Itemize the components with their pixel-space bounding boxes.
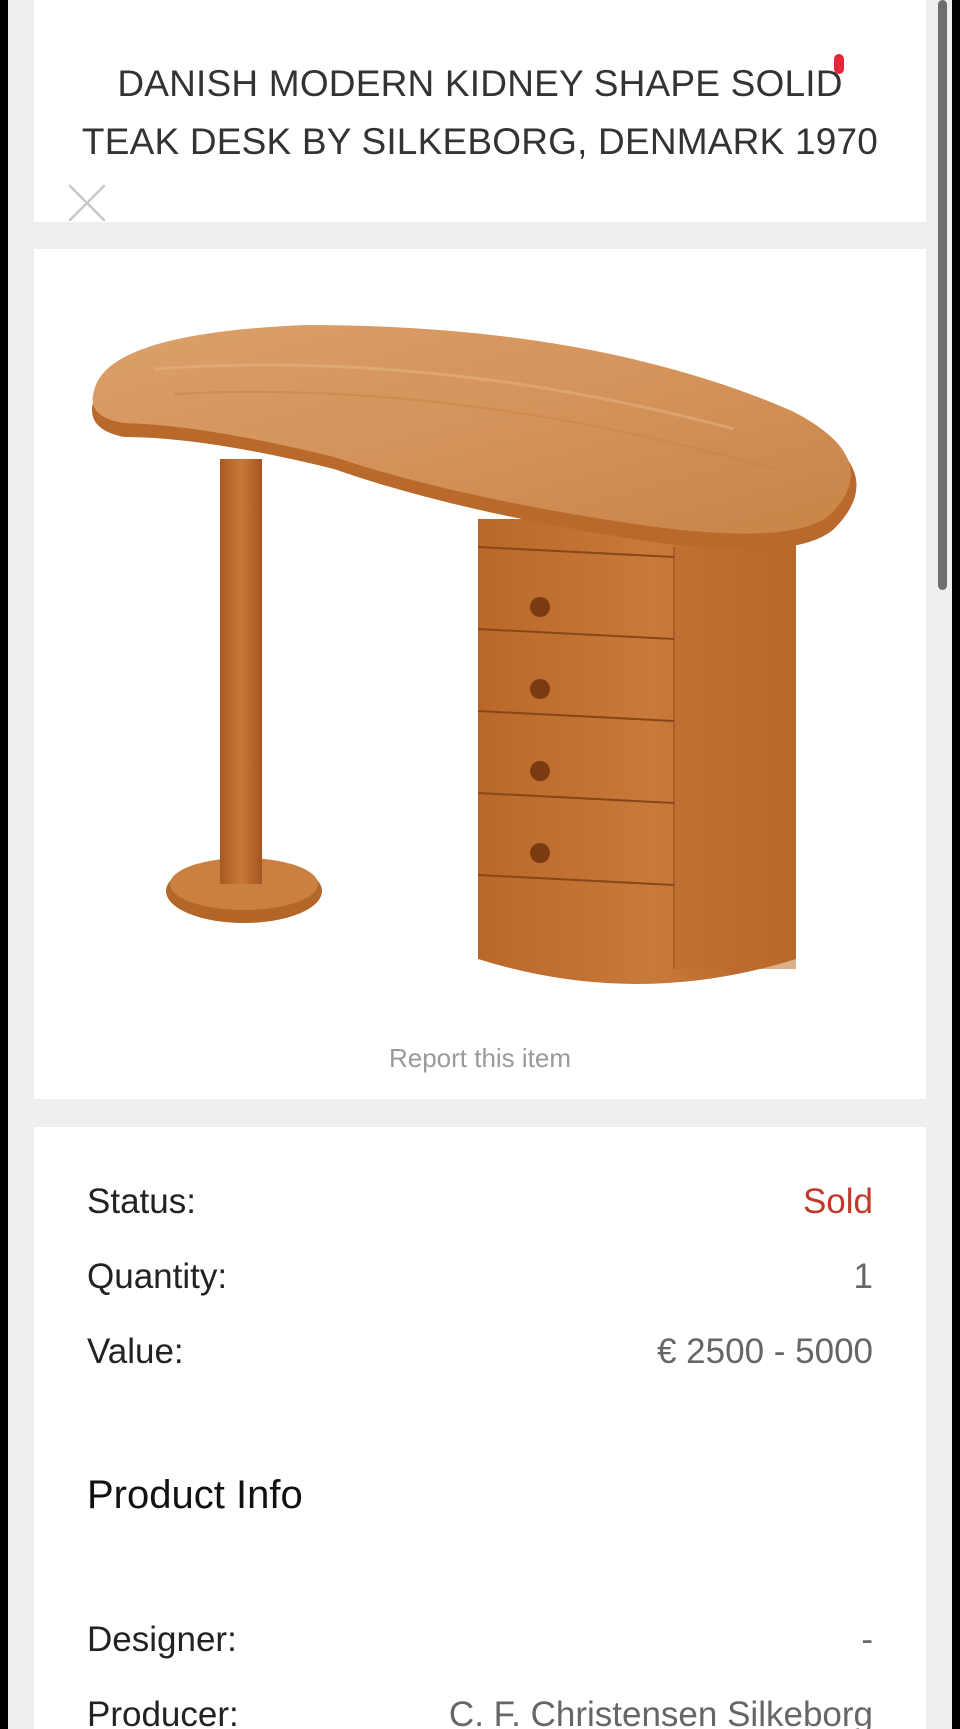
- status-label: Status:: [87, 1182, 196, 1221]
- notification-dot-icon: [834, 54, 844, 74]
- producer-label: Producer:: [87, 1695, 239, 1729]
- app-viewport: DANISH MODERN KIDNEY SHAPE SOLID TEAK DE…: [8, 0, 952, 1729]
- product-image-card: Report this item: [34, 249, 926, 1099]
- designer-row: Designer: -: [87, 1615, 873, 1665]
- producer-row: Producer: C. F. Christensen Silkeborg: [87, 1690, 873, 1729]
- close-button[interactable]: [64, 180, 110, 226]
- listing-title: DANISH MODERN KIDNEY SHAPE SOLID TEAK DE…: [81, 63, 879, 162]
- report-item-link[interactable]: Report this item: [34, 1043, 926, 1074]
- designer-value: -: [861, 1620, 873, 1659]
- product-image[interactable]: [34, 319, 926, 1009]
- scrollbar-thumb[interactable]: [938, 0, 947, 590]
- status-badge: Sold: [802, 1182, 873, 1221]
- quantity-row: Quantity: 1: [87, 1252, 873, 1302]
- value-label: Value:: [87, 1332, 184, 1371]
- title-card: DANISH MODERN KIDNEY SHAPE SOLID TEAK DE…: [34, 0, 926, 222]
- product-info-heading: Product Info: [87, 1473, 303, 1517]
- designer-label: Designer:: [87, 1620, 237, 1659]
- status-row: Status: Sold: [87, 1177, 873, 1227]
- value-row: Value: € 2500 - 5000: [87, 1327, 873, 1377]
- close-icon: [67, 183, 107, 223]
- quantity-value: 1: [853, 1257, 873, 1296]
- quantity-label: Quantity:: [87, 1257, 228, 1296]
- value-range: € 2500 - 5000: [656, 1332, 873, 1371]
- producer-value: C. F. Christensen Silkeborg: [448, 1695, 873, 1729]
